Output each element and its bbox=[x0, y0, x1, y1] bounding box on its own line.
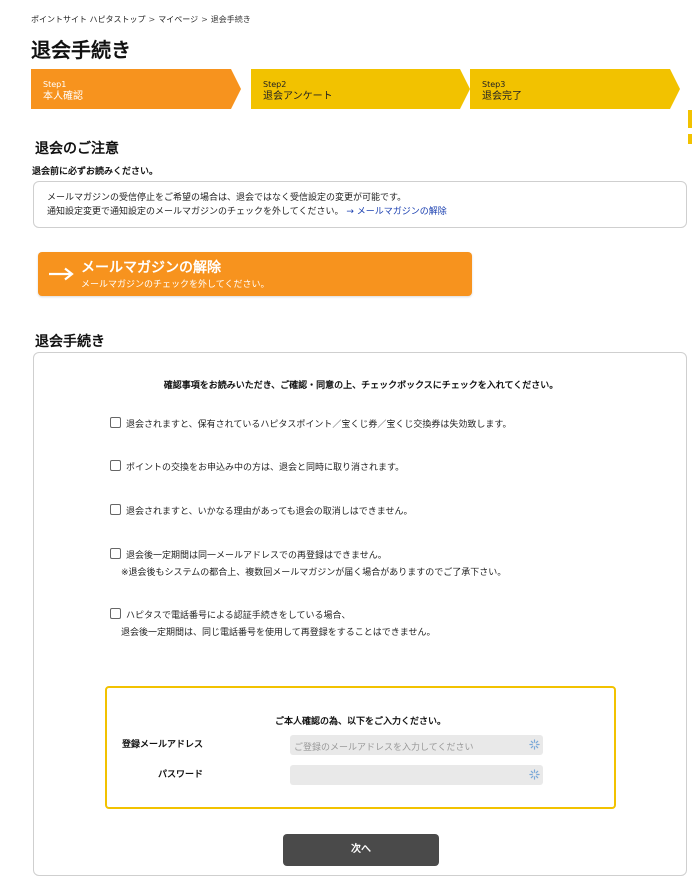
agreement-checkbox[interactable] bbox=[110, 548, 121, 559]
breadcrumb: ポイントサイト ハピタストップ > マイページ > 退会手続き bbox=[31, 14, 251, 25]
page-title: 退会手続き bbox=[31, 38, 131, 62]
agreement-note: ※退会後もシステムの都合上、複数回メールマガジンが届く場合がありますのでご了承下… bbox=[121, 568, 507, 578]
breadcrumb-current: 退会手続き bbox=[210, 15, 251, 24]
email-label: 登録メールアドレス bbox=[121, 740, 203, 750]
password-label: パスワード bbox=[157, 770, 203, 780]
notice-text: メールマガジンの受信停止をご希望の場合は、退会ではなく受信設定の変更が可能です。 bbox=[47, 193, 407, 203]
step-arrow bbox=[460, 69, 470, 109]
agreement-item[interactable]: 退会されますと、保有されているハピタスポイント／宝くじ券／宝くじ交換券は失効致し… bbox=[110, 417, 511, 434]
step-label: 退会アンケート bbox=[263, 91, 333, 102]
withdrawal-heading: 退会手続き bbox=[35, 334, 105, 350]
breadcrumb-link-top[interactable]: ポイントサイト ハピタストップ bbox=[31, 15, 146, 24]
email-field[interactable]: ご登録のメールアドレスを入力してください bbox=[290, 735, 543, 755]
notice-text-line: 通知設定変更で通知設定のメールマガジンのチェックを外してください。 bbox=[47, 207, 344, 217]
identity-confirm-box: ご本人確認の為、以下をご入力ください。 登録メールアドレス ご登録のメールアドレ… bbox=[105, 686, 616, 809]
notice-heading: 退会のご注意 bbox=[35, 141, 119, 157]
next-button[interactable]: 次へ bbox=[283, 834, 439, 866]
agreement-text: 退会されますと、いかなる理由があっても退会の取消しはできません。 bbox=[126, 507, 413, 517]
step-number: Step3 bbox=[482, 80, 506, 89]
agreement-checkbox[interactable] bbox=[110, 504, 121, 515]
step-label: 退会完了 bbox=[482, 91, 522, 102]
form-instructions: 確認事項をお読みいただき、ご確認・同意の上、チェックボックスにチェックを入れてく… bbox=[163, 381, 559, 391]
password-field[interactable] bbox=[290, 765, 543, 785]
breadcrumb-link-mypage[interactable]: マイページ bbox=[158, 15, 198, 24]
agreement-text: ハピタスで電話番号による認証手続きをしている場合、 bbox=[126, 611, 351, 621]
withdrawal-form: 確認事項をお読みいただき、ご確認・同意の上、チェックボックスにチェックを入れてく… bbox=[33, 352, 687, 876]
agreement-item[interactable]: 退会後一定期間は同一メールアドレスでの再登録はできません。 ※退会後もシステムの… bbox=[110, 548, 506, 582]
banner-subtitle: メールマガジンのチェックを外してください。 bbox=[81, 280, 270, 290]
notice-box: メールマガジンの受信停止をご希望の場合は、退会ではなく受信設定の変更が可能です。… bbox=[33, 181, 687, 228]
agreement-note: 退会後一定期間は、同じ電話番号を使用して再登録をすることはできません。 bbox=[121, 628, 436, 638]
step-number: Step1 bbox=[43, 80, 67, 89]
password-manager-icon[interactable] bbox=[529, 739, 540, 750]
agreement-checkbox[interactable] bbox=[110, 417, 121, 428]
step-label: 本人確認 bbox=[43, 91, 83, 102]
step-3: Step3 退会完了 bbox=[470, 69, 680, 109]
step-arrow bbox=[670, 69, 680, 109]
step-number: Step2 bbox=[263, 80, 287, 89]
agreement-item[interactable]: ポイントの交換をお申込み中の方は、退会と同時に取り消されます。 bbox=[110, 460, 404, 477]
agreement-item[interactable]: ハピタスで電話番号による認証手続きをしている場合、 退会後一定期間は、同じ電話番… bbox=[110, 608, 435, 642]
agreement-text: 退会されますと、保有されているハピタスポイント／宝くじ券／宝くじ交換券は失効致し… bbox=[126, 420, 512, 430]
agreement-item[interactable]: 退会されますと、いかなる理由があっても退会の取消しはできません。 bbox=[110, 504, 412, 521]
notice-text: 通知設定変更で通知設定のメールマガジンのチェックを外してください。 → メールマ… bbox=[47, 205, 686, 219]
agreement-checkbox[interactable] bbox=[110, 608, 121, 619]
banner-title: メールマガジンの解除 bbox=[81, 260, 221, 276]
mail-magazine-cancel-banner[interactable]: メールマガジンの解除 メールマガジンのチェックを外してください。 bbox=[38, 252, 472, 296]
arrow-right-icon bbox=[49, 267, 74, 281]
side-tab-marker bbox=[688, 110, 692, 128]
notice-subheading: 退会前に必ずお読みください。 bbox=[32, 167, 159, 177]
step-1: Step1 本人確認 bbox=[31, 69, 241, 109]
breadcrumb-separator: > bbox=[148, 15, 156, 24]
side-tab-marker bbox=[688, 134, 692, 144]
agreement-text: 退会後一定期間は同一メールアドレスでの再登録はできません。 bbox=[126, 551, 387, 561]
email-placeholder: ご登録のメールアドレスを入力してください bbox=[294, 743, 474, 753]
identity-confirm-title: ご本人確認の為、以下をご入力ください。 bbox=[274, 717, 446, 727]
step-2: Step2 退会アンケート bbox=[251, 69, 470, 109]
breadcrumb-separator: > bbox=[201, 15, 208, 24]
agreement-checkbox[interactable] bbox=[110, 460, 121, 471]
mail-magazine-cancel-link[interactable]: → メールマガジンの解除 bbox=[346, 207, 446, 217]
step-arrow bbox=[231, 69, 241, 109]
password-manager-icon[interactable] bbox=[529, 769, 540, 780]
agreement-text: ポイントの交換をお申込み中の方は、退会と同時に取り消されます。 bbox=[126, 463, 405, 473]
